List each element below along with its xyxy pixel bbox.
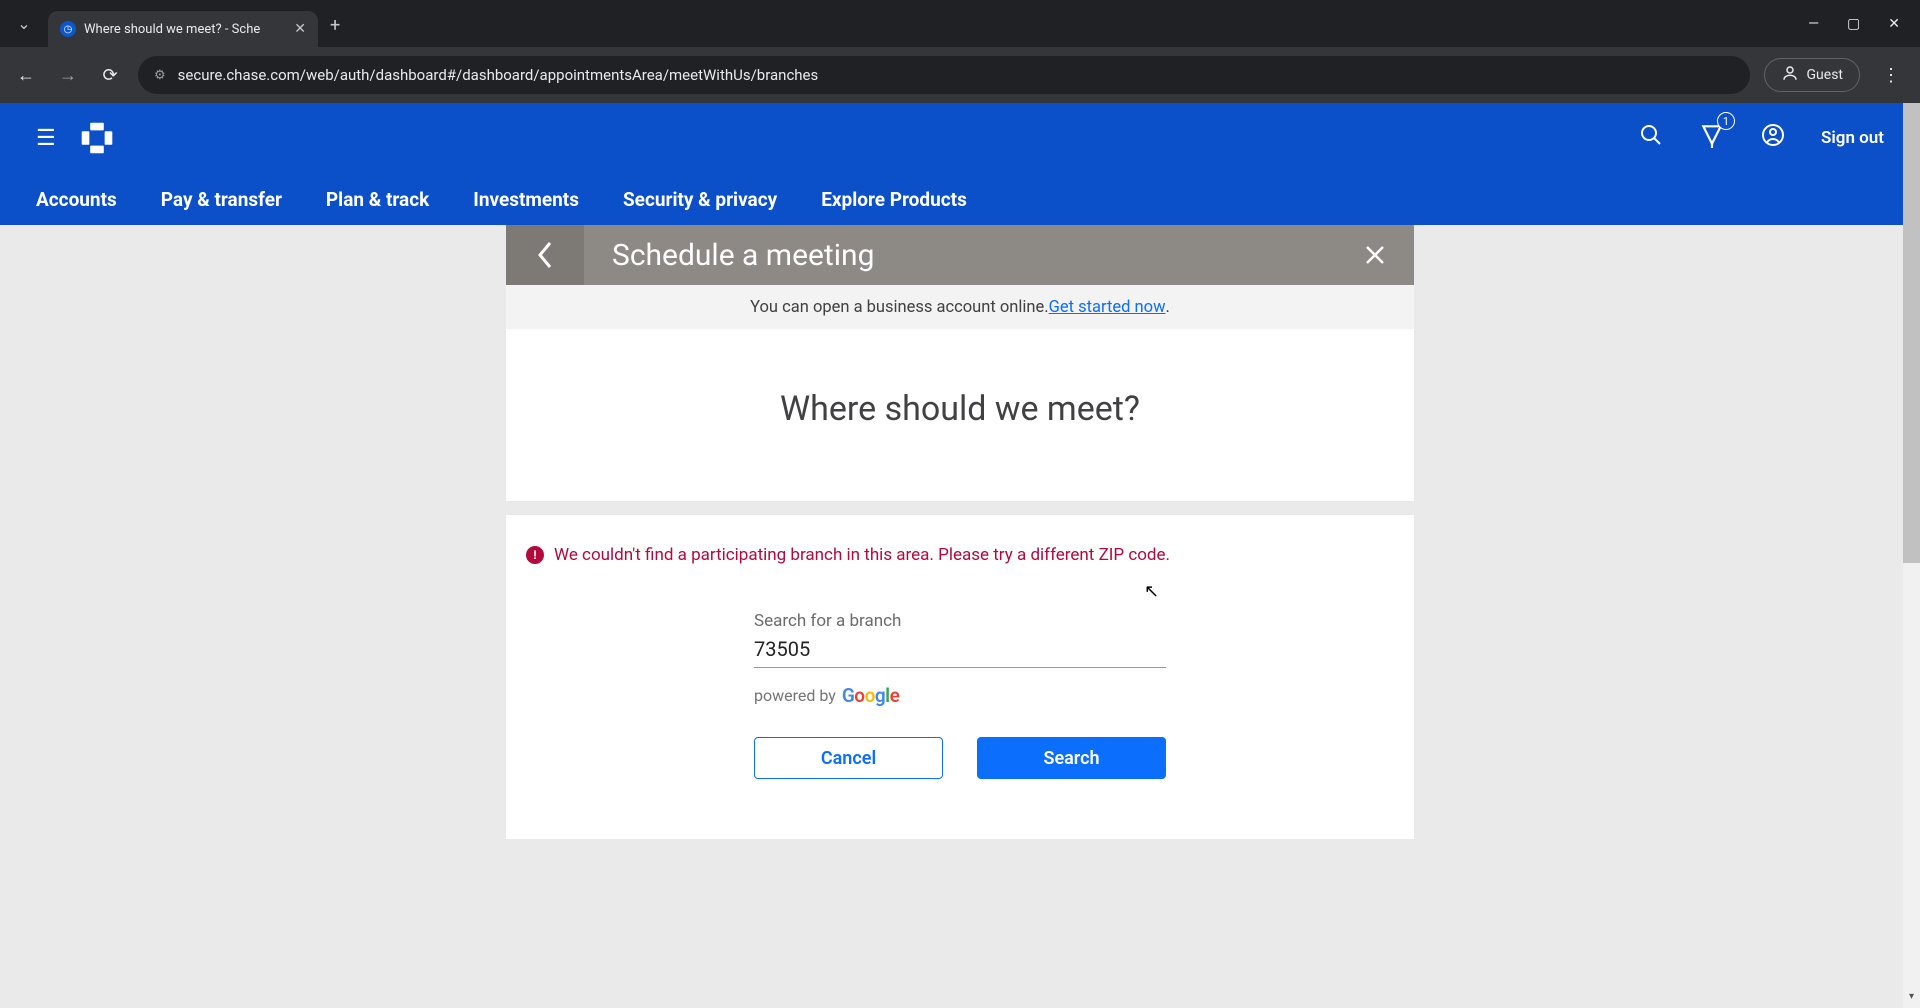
- scroll-down-icon[interactable]: ▾: [1903, 991, 1920, 1008]
- powered-by-google: powered by Google: [754, 684, 1166, 707]
- site-info-icon[interactable]: ⚙: [154, 68, 166, 83]
- tab-title: Where should we meet? - Sche: [84, 22, 286, 37]
- account-icon[interactable]: [1761, 123, 1785, 153]
- banner-text: You can open a business account online.: [750, 298, 1049, 317]
- search-icon[interactable]: [1639, 123, 1663, 153]
- schedule-meeting-panel: Schedule a meeting You can open a busine…: [506, 225, 1414, 839]
- modal-close-button[interactable]: [1336, 225, 1414, 285]
- back-button[interactable]: ←: [12, 65, 40, 86]
- notifications-icon[interactable]: 1: [1699, 122, 1725, 154]
- get-started-link[interactable]: Get started now: [1049, 298, 1166, 317]
- page-scrollbar[interactable]: ▴ ▾: [1903, 103, 1920, 1008]
- nav-pay-transfer[interactable]: Pay & transfer: [161, 188, 282, 211]
- search-card: ! We couldn't find a participating branc…: [506, 515, 1414, 839]
- browser-tab-strip: ⌄ ◷ Where should we meet? - Sche ✕ + ― ▢…: [0, 0, 1920, 47]
- scrollbar-thumb[interactable]: [1903, 103, 1920, 563]
- heading-card: Where should we meet?: [506, 329, 1414, 501]
- chase-favicon: ◷: [60, 21, 76, 37]
- maximize-icon[interactable]: ▢: [1847, 16, 1860, 32]
- profile-icon: [1781, 64, 1799, 86]
- branch-search-input[interactable]: [754, 635, 1166, 668]
- nav-explore-products[interactable]: Explore Products: [821, 188, 967, 211]
- browser-tab[interactable]: ◷ Where should we meet? - Sche ✕: [48, 11, 318, 47]
- tab-list-dropdown[interactable]: ⌄: [8, 8, 40, 40]
- nav-accounts[interactable]: Accounts: [36, 188, 117, 211]
- notification-badge: 1: [1717, 112, 1735, 130]
- close-window-icon[interactable]: ✕: [1888, 16, 1900, 32]
- browser-menu-icon[interactable]: ⋮: [1874, 65, 1908, 86]
- error-icon: !: [526, 546, 544, 564]
- powered-by-prefix: powered by: [754, 686, 836, 705]
- close-tab-icon[interactable]: ✕: [294, 21, 306, 37]
- url-text: secure.chase.com/web/auth/dashboard#/das…: [178, 66, 819, 84]
- nav-security-privacy[interactable]: Security & privacy: [623, 188, 777, 211]
- chase-header: ☰ 1 Sign out: [0, 103, 1920, 173]
- modal-back-button[interactable]: [506, 225, 584, 285]
- page-heading: Where should we meet?: [506, 389, 1414, 429]
- page-content: ☰ 1 Sign out Accounts Pay & transfer Pla…: [0, 103, 1920, 1008]
- profile-guest-button[interactable]: Guest: [1764, 58, 1860, 92]
- address-bar[interactable]: ⚙ secure.chase.com/web/auth/dashboard#/d…: [138, 56, 1750, 94]
- nav-investments[interactable]: Investments: [473, 188, 579, 211]
- nav-plan-track[interactable]: Plan & track: [326, 188, 429, 211]
- modal-title: Schedule a meeting: [584, 238, 1336, 273]
- cancel-button[interactable]: Cancel: [754, 737, 943, 779]
- main-nav: Accounts Pay & transfer Plan & track Inv…: [0, 173, 1920, 225]
- guest-label: Guest: [1807, 67, 1843, 83]
- info-banner: You can open a business account online. …: [506, 285, 1414, 329]
- error-text: We couldn't find a participating branch …: [554, 545, 1170, 565]
- menu-icon[interactable]: ☰: [36, 126, 56, 151]
- error-message: ! We couldn't find a participating branc…: [526, 545, 1394, 565]
- branch-search-form: Search for a branch powered by Google Ca…: [754, 611, 1166, 779]
- reload-button[interactable]: ⟳: [96, 65, 124, 86]
- branch-search-label: Search for a branch: [754, 611, 1166, 631]
- forward-button[interactable]: →: [54, 65, 82, 86]
- browser-toolbar: ← → ⟳ ⚙ secure.chase.com/web/auth/dashbo…: [0, 47, 1920, 103]
- button-row: Cancel Search: [754, 737, 1166, 779]
- minimize-icon[interactable]: ―: [1808, 16, 1819, 32]
- modal-header: Schedule a meeting: [506, 225, 1414, 285]
- sign-out-link[interactable]: Sign out: [1821, 128, 1884, 148]
- search-button[interactable]: Search: [977, 737, 1166, 779]
- google-logo: Google: [842, 684, 899, 707]
- card-gap: [506, 501, 1414, 515]
- new-tab-button[interactable]: +: [330, 15, 340, 36]
- window-controls: ― ▢ ✕: [1808, 16, 1912, 32]
- chase-logo: [80, 121, 114, 155]
